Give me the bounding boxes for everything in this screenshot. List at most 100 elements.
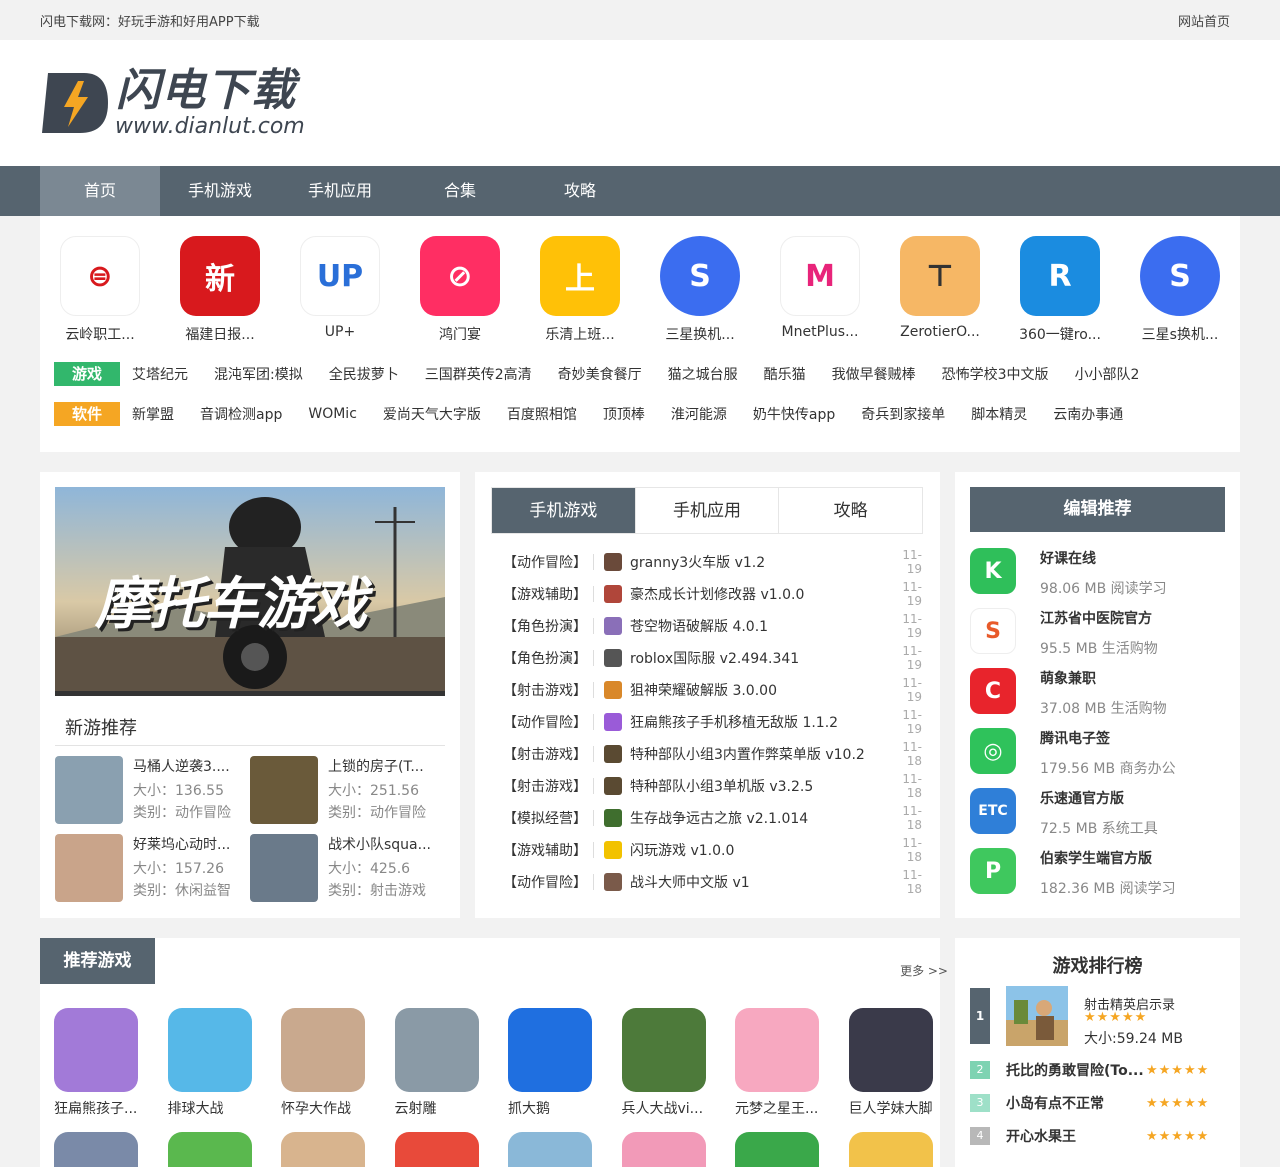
game-tag-link[interactable]: 艾塔纪元 <box>132 364 188 384</box>
recommended-game-item[interactable] <box>273 1132 373 1167</box>
separator <box>593 650 594 666</box>
recommended-game-item[interactable] <box>160 1132 260 1167</box>
editor-pick-item[interactable]: S 江苏省中医院官方 95.5 MB 生活购物 <box>970 608 1225 668</box>
new-game-item[interactable]: 马桶人逆袭3.... 大小：136.55 类别：动作冒险 <box>55 756 245 826</box>
game-tag-link[interactable]: 小小部队2 <box>1075 364 1140 384</box>
site-home-link[interactable]: 网站首页 <box>1178 11 1230 30</box>
newspaper-icon: 新 <box>180 236 260 316</box>
tab-0[interactable]: 手机游戏 <box>492 488 636 533</box>
recommended-game-item[interactable] <box>387 1132 487 1167</box>
ranking-top-item[interactable]: 1 射击精英启示录 ★★★★★ 大小:59.24 MB <box>970 986 1230 1047</box>
tab-1[interactable]: 手机应用 <box>636 488 780 533</box>
ranking-row[interactable]: 2 托比的勇敢冒险(To... ★★★★★ <box>970 1058 1230 1082</box>
list-item[interactable]: 【游戏辅助】 豪杰成长计划修改器 v1.0.0 11-19 <box>503 578 923 610</box>
app-item[interactable]: UP UP+ <box>280 236 400 344</box>
editor-pick-item[interactable]: K 好课在线 98.06 MB 阅读学习 <box>970 548 1225 608</box>
list-item[interactable]: 【动作冒险】 战斗大师中文版 v1 11-18 <box>503 866 923 898</box>
recommended-game-item[interactable]: 巨人学妹大脚 <box>841 1008 941 1118</box>
software-tag-link[interactable]: 云南办事通 <box>1053 404 1123 424</box>
recommended-game-item[interactable] <box>841 1132 941 1167</box>
editor-pick-item[interactable]: P 伯索学生端官方版 182.36 MB 阅读学习 <box>970 848 1225 908</box>
list-item[interactable]: 【动作冒险】 granny3火车版 v1.2 11-19 <box>503 546 923 578</box>
recommended-game-item[interactable]: 云射雕 <box>387 1008 487 1118</box>
ranking-row[interactable]: 4 开心水果王 ★★★★★ <box>970 1124 1230 1148</box>
software-tag-link[interactable]: 爱尚天气大字版 <box>383 404 481 424</box>
new-game-item[interactable]: 战术小队squa... 大小：425.6 类别：射击游戏 <box>250 834 440 904</box>
game-icon <box>604 809 622 827</box>
software-tag-link[interactable]: 顶顶棒 <box>603 404 645 424</box>
recommended-game-item[interactable]: 狂扁熊孩子... <box>46 1008 146 1118</box>
game-tag-link[interactable]: 我做早餐贼棒 <box>832 364 916 384</box>
app-item[interactable]: ⊜ 云岭职工... <box>40 236 160 344</box>
nav-item-0[interactable]: 首页 <box>40 166 160 216</box>
software-tag-link[interactable]: 音调检测app <box>200 404 282 424</box>
app-item[interactable]: ⊤ ZerotierO... <box>880 236 1000 344</box>
more-games-link[interactable]: 更多 >> <box>900 962 948 979</box>
game-tag-link[interactable]: 全民拔萝卜 <box>329 364 399 384</box>
list-item[interactable]: 【射击游戏】 特种部队小组3内置作弊菜单版 v10.2 11-18 <box>503 738 923 770</box>
app-item[interactable]: R 360一键ro... <box>1000 236 1120 344</box>
editor-pick-item[interactable]: ETC 乐速通官方版 72.5 MB 系统工具 <box>970 788 1225 848</box>
game-icon <box>604 617 622 635</box>
recommended-game-item[interactable]: 排球大战 <box>160 1008 260 1118</box>
software-tag-link[interactable]: 奶牛快传app <box>753 404 835 424</box>
software-tag-link[interactable]: 新掌盟 <box>132 404 174 424</box>
feature-panel: 摩托车游戏 新游推荐 马桶人逆袭3.... 大小：136.55 类别：动作冒险 上锁的… <box>40 472 460 918</box>
game-tag-link[interactable]: 恐怖学校3中文版 <box>942 364 1049 384</box>
game-tag-link[interactable]: 猫之城台服 <box>668 364 738 384</box>
site-logo[interactable]: 闪电下载 www.dianlut.com <box>40 66 310 142</box>
app-item[interactable]: ⊘ 鸿门宴 <box>400 236 520 344</box>
list-item[interactable]: 【射击游戏】 特种部队小组3单机版 v3.2.5 11-18 <box>503 770 923 802</box>
software-tag[interactable]: 软件 <box>54 402 120 426</box>
ranking-row[interactable]: 3 小岛有点不正常 ★★★★★ <box>970 1091 1230 1115</box>
software-tag-link[interactable]: WOMic <box>308 406 357 422</box>
game-icon <box>54 1008 138 1092</box>
nav-item-1[interactable]: 手机游戏 <box>160 166 280 216</box>
nav-item-2[interactable]: 手机应用 <box>280 166 400 216</box>
game-tag[interactable]: 游戏 <box>54 362 120 386</box>
game-tag-link[interactable]: 酷乐猫 <box>764 364 806 384</box>
nav-item-3[interactable]: 合集 <box>400 166 520 216</box>
app-item[interactable]: S 三星换机... <box>640 236 760 344</box>
list-item[interactable]: 【角色扮演】 roblox国际服 v2.494.341 11-19 <box>503 642 923 674</box>
list-item[interactable]: 【游戏辅助】 闪玩游戏 v1.0.0 11-18 <box>503 834 923 866</box>
p-icon: P <box>970 848 1016 894</box>
list-item-category: 【射击游戏】 <box>503 747 587 763</box>
nav-item-4[interactable]: 攻略 <box>520 166 640 216</box>
game-tag-link[interactable]: 奇妙美食餐厅 <box>558 364 642 384</box>
recommended-game-item[interactable]: 兵人大战vi... <box>614 1008 714 1118</box>
editor-pick-item[interactable]: ◎ 腾讯电子签 179.56 MB 商务办公 <box>970 728 1225 788</box>
software-tag-link[interactable]: 淮河能源 <box>671 404 727 424</box>
app-item[interactable]: 上乐清上班... <box>520 236 640 344</box>
list-item-name: 狂扁熊孩子手机移植无敌版 1.1.2 <box>630 715 839 731</box>
recommended-game-item[interactable] <box>727 1132 827 1167</box>
new-game-item[interactable]: 好莱坞心动时... 大小：157.26 类别：休闲益智 <box>55 834 245 904</box>
list-item[interactable]: 【角色扮演】 苍空物语破解版 4.0.1 11-19 <box>503 610 923 642</box>
recommended-game-item[interactable]: 怀孕大作战 <box>273 1008 373 1118</box>
list-item[interactable]: 【射击游戏】 狙神荣耀破解版 3.0.00 11-19 <box>503 674 923 706</box>
software-tag-link[interactable]: 百度照相馆 <box>507 404 577 424</box>
editor-pick-item[interactable]: C 萌象兼职 37.08 MB 生活购物 <box>970 668 1225 728</box>
list-item[interactable]: 【动作冒险】 狂扁熊孩子手机移植无敌版 1.1.2 11-19 <box>503 706 923 738</box>
software-tag-link[interactable]: 脚本精灵 <box>971 404 1027 424</box>
recommended-game-item[interactable]: 抓大鹅 <box>500 1008 600 1118</box>
software-tag-link[interactable]: 奇兵到家接单 <box>861 404 945 424</box>
app-item[interactable]: 新福建日报... <box>160 236 280 344</box>
etc-icon: ETC <box>970 788 1016 834</box>
app-item[interactable]: S 三星s换机... <box>1120 236 1240 344</box>
recommended-game-item[interactable] <box>500 1132 600 1167</box>
hot-apps-row: ⊜ 云岭职工... 新福建日报... UP UP+ ⊘ 鸿门宴上乐清上班... S 三星换机..… <box>40 236 1240 344</box>
recommended-game-item[interactable]: 元梦之星王... <box>727 1008 827 1118</box>
game-tag-link[interactable]: 三国群英传2高清 <box>425 364 532 384</box>
zerotier-icon: ⊤ <box>900 236 980 316</box>
app-name: 伯索学生端官方版 <box>1040 851 1152 867</box>
new-game-item[interactable]: 上锁的房子(T... 大小：251.56 类别：动作冒险 <box>250 756 440 826</box>
motorcycle-banner[interactable]: 摩托车游戏 <box>55 487 445 696</box>
recommended-game-item[interactable] <box>46 1132 146 1167</box>
app-item[interactable]: M MnetPlus... <box>760 236 880 344</box>
tab-2[interactable]: 攻略 <box>779 488 922 533</box>
rank-game-name: 小岛有点不正常 <box>1006 1096 1104 1112</box>
game-tag-link[interactable]: 混沌军团:模拟 <box>214 364 303 384</box>
list-item[interactable]: 【模拟经营】 生存战争远古之旅 v2.1.014 11-18 <box>503 802 923 834</box>
recommended-game-item[interactable] <box>614 1132 714 1167</box>
